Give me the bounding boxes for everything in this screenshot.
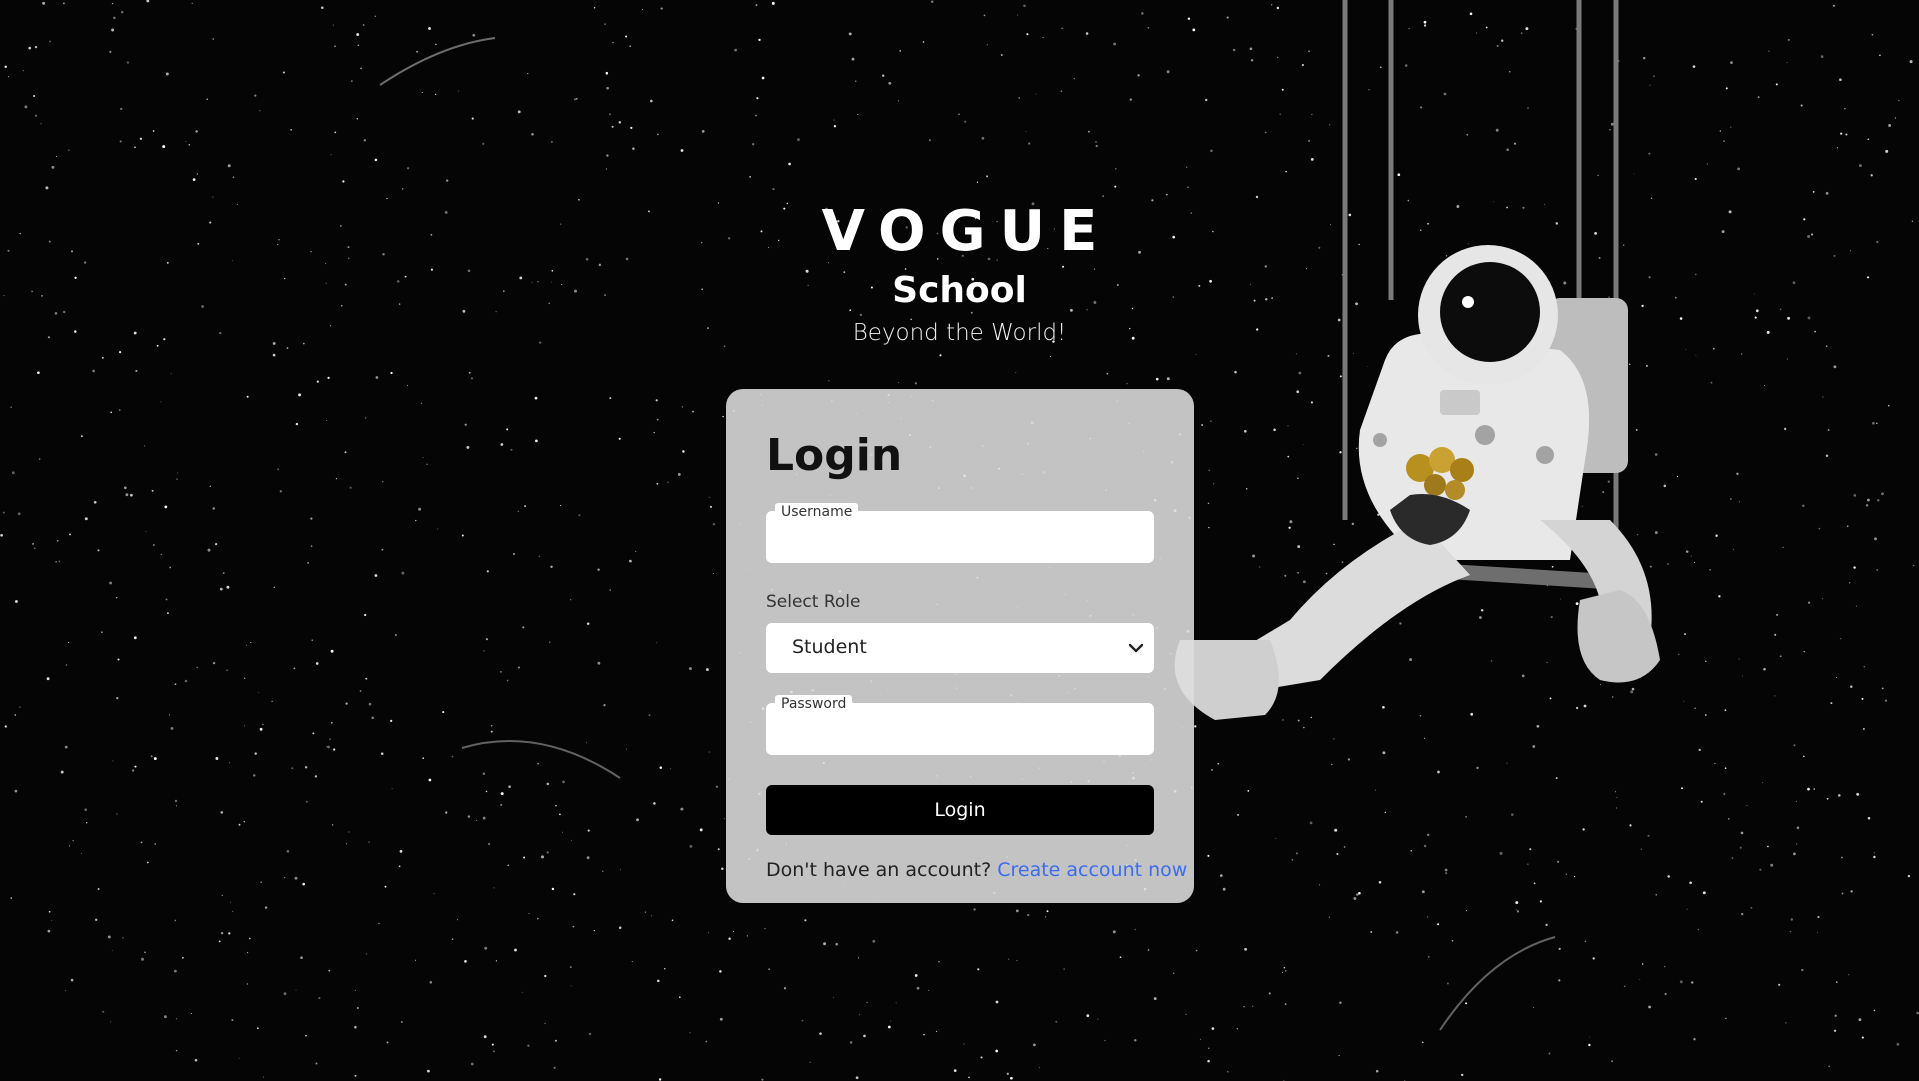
- signup-prompt: Don't have an account?: [766, 859, 992, 881]
- login-card: Login Username Select Role Student Passw…: [726, 389, 1194, 903]
- brand-subtitle: School: [892, 270, 1027, 311]
- brand-title: VOGUE: [821, 199, 1112, 264]
- username-field-wrap: Username: [766, 503, 1154, 563]
- role-select-value: Student: [792, 636, 867, 658]
- chevron-down-icon: [1128, 643, 1144, 653]
- login-button[interactable]: Login: [766, 785, 1154, 835]
- create-account-link[interactable]: Create account now: [997, 859, 1187, 881]
- login-heading: Login: [766, 430, 903, 481]
- role-label: Select Role: [766, 592, 861, 612]
- password-label: Password: [775, 695, 853, 713]
- username-label: Username: [775, 503, 859, 521]
- brand-tagline: Beyond the World!: [852, 320, 1067, 346]
- role-select[interactable]: Student: [766, 623, 1154, 673]
- brand-header: VOGUE School Beyond the World!: [0, 195, 1919, 353]
- signup-row: Don't have an account? Create account no…: [766, 859, 1187, 881]
- password-field-wrap: Password: [766, 695, 1154, 755]
